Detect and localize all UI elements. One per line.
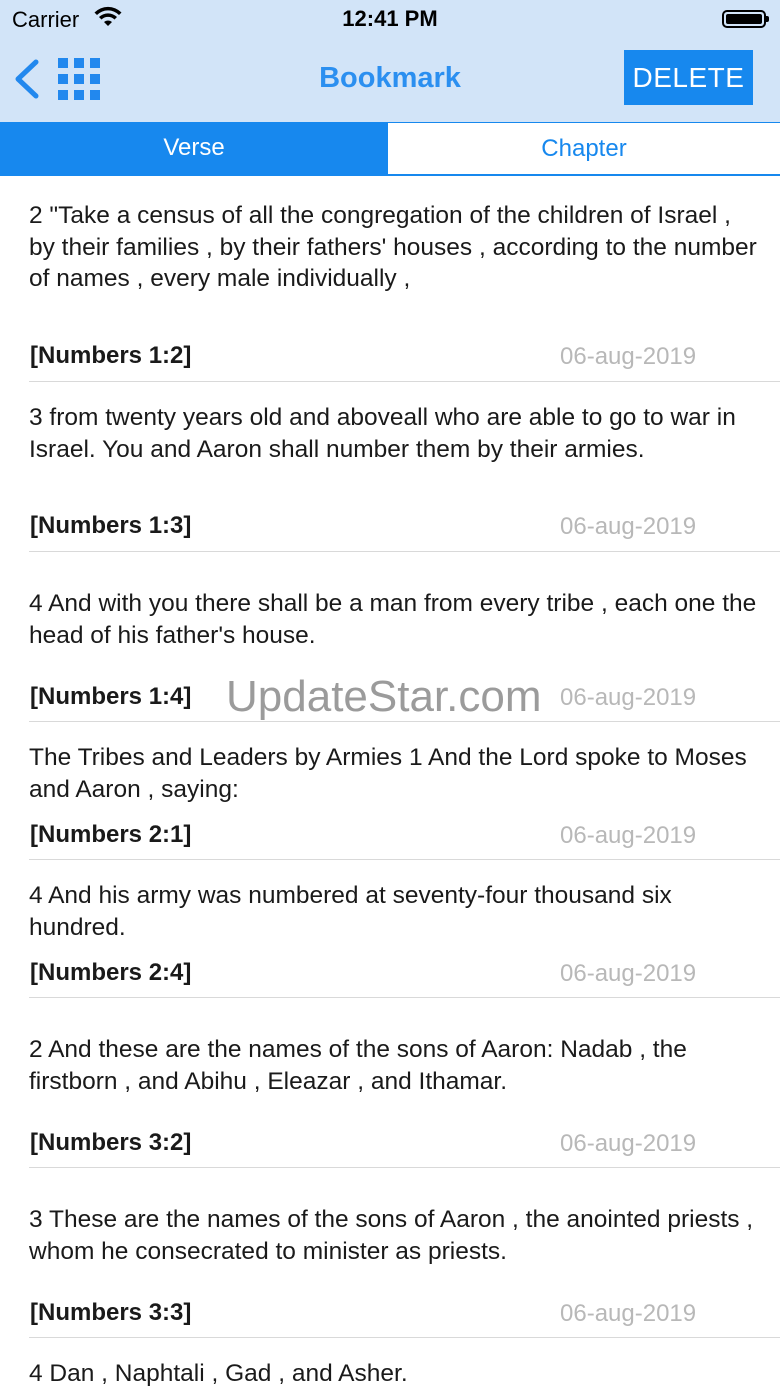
verse-reference: [Numbers 3:2] xyxy=(30,1129,192,1156)
bookmark-date: 06-aug-2019 xyxy=(560,1130,697,1157)
bookmark-date: 06-aug-2019 xyxy=(560,513,697,540)
divider xyxy=(29,381,780,382)
back-chevron-icon[interactable] xyxy=(12,58,42,100)
bookmark-date: 06-aug-2019 xyxy=(560,684,697,711)
verse-reference: [Numbers 1:3] xyxy=(30,512,192,539)
page-title: Bookmark xyxy=(319,62,461,94)
tab-verse[interactable]: Verse xyxy=(0,122,388,174)
status-bar: Carrier 12:41 PM xyxy=(0,0,780,40)
grid-menu-icon[interactable] xyxy=(58,58,100,100)
bookmark-date: 06-aug-2019 xyxy=(560,960,697,987)
verse-reference: [Numbers 1:2] xyxy=(30,342,192,369)
verse-reference: [Numbers 3:3] xyxy=(30,1299,192,1326)
verse-reference: [Numbers 1:4] xyxy=(30,683,192,710)
verse-text: 4 And with you there shall be a man from… xyxy=(29,590,757,649)
divider xyxy=(29,997,780,998)
verse-text: 3 These are the names of the sons of Aar… xyxy=(29,1206,754,1265)
bookmark-date: 06-aug-2019 xyxy=(560,1300,697,1327)
verse-text: 3 from twenty years old and aboveall who… xyxy=(29,404,736,463)
clock: 12:41 PM xyxy=(342,6,438,31)
verse-text: 4 Dan , Naphtali , Gad , and Asher. xyxy=(29,1360,408,1387)
bookmark-date: 06-aug-2019 xyxy=(560,343,697,370)
verse-reference: [Numbers 2:1] xyxy=(30,821,192,848)
delete-button[interactable]: DELETE xyxy=(624,50,753,105)
bookmark-date: 06-aug-2019 xyxy=(560,822,697,849)
verse-text: 4 And his army was numbered at seventy-f… xyxy=(29,882,672,941)
divider xyxy=(29,859,780,860)
divider xyxy=(29,1337,780,1338)
verse-text: 2 "Take a census of all the congregation… xyxy=(29,202,757,292)
verse-text: 2 And these are the names of the sons of… xyxy=(29,1036,687,1095)
battery-icon xyxy=(722,10,769,28)
divider xyxy=(29,551,780,552)
tab-chapter[interactable]: Chapter xyxy=(388,122,780,174)
watermark-text: UpdateStar.com xyxy=(226,672,542,721)
divider xyxy=(29,1167,780,1168)
tab-segment: Verse Chapter xyxy=(0,122,780,176)
verse-text: The Tribes and Leaders by Armies 1 And t… xyxy=(29,744,747,803)
verse-reference: [Numbers 2:4] xyxy=(30,959,192,986)
